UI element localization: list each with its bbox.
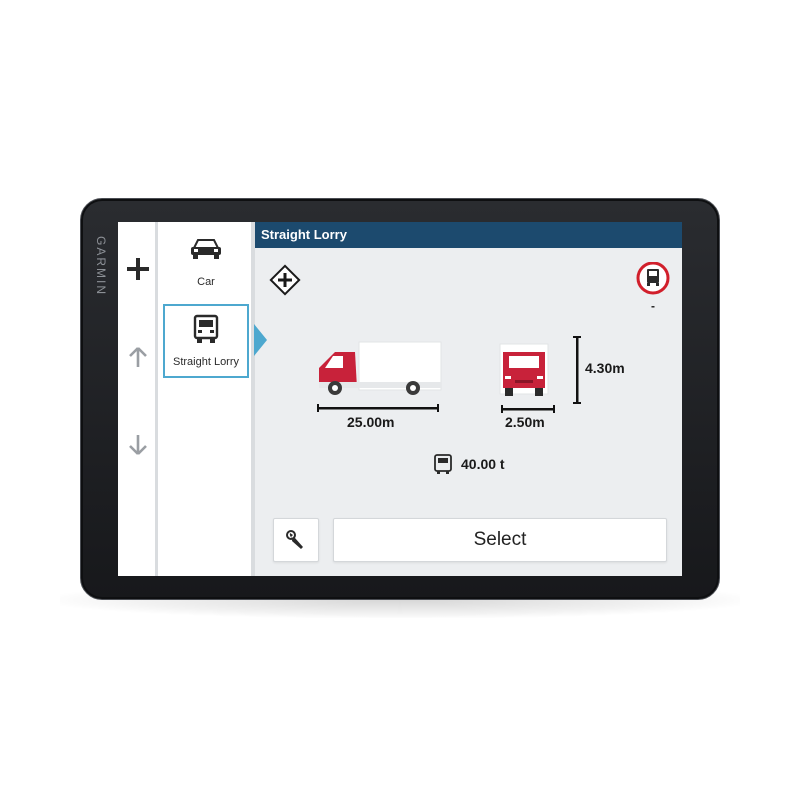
lorry-icon bbox=[193, 314, 219, 343]
scroll-up-button[interactable] bbox=[123, 342, 153, 372]
car-icon bbox=[191, 239, 221, 259]
vehicle-settings-button[interactable] bbox=[273, 518, 319, 562]
vehicle-list: Car Straight Lorry bbox=[161, 222, 255, 576]
width-dimension-line bbox=[501, 405, 555, 413]
select-button[interactable]: Select bbox=[333, 518, 667, 562]
height-dimension-line bbox=[573, 336, 581, 404]
plus-icon bbox=[127, 258, 149, 280]
screen: Car Straight Lorry Straight Lorry - 25.0… bbox=[118, 222, 682, 576]
control-column bbox=[118, 222, 158, 576]
length-value: 25.00m bbox=[347, 414, 395, 430]
arrow-down-icon bbox=[129, 435, 147, 455]
weight-icon bbox=[434, 454, 452, 474]
page-title: Straight Lorry bbox=[255, 222, 682, 248]
wrench-icon bbox=[286, 530, 303, 549]
vehicle-detail-panel: Straight Lorry - 25.00m 2.50m 4.30m 40.0… bbox=[255, 222, 682, 576]
add-point-button[interactable] bbox=[267, 262, 303, 298]
scroll-down-button[interactable] bbox=[123, 430, 153, 460]
weight-row: 40.00 t bbox=[433, 454, 505, 474]
brand-logo: GARMIN bbox=[90, 226, 112, 306]
weight-value: 40.00 t bbox=[461, 456, 505, 472]
vehicle-item-straight-lorry[interactable]: Straight Lorry bbox=[163, 304, 249, 378]
truck-side-illustration bbox=[319, 341, 442, 395]
vehicle-label-car: Car bbox=[197, 276, 215, 288]
height-value: 4.30m bbox=[585, 360, 625, 376]
column-divider bbox=[155, 222, 158, 576]
vehicle-label-straight-lorry: Straight Lorry bbox=[172, 356, 240, 368]
vehicle-restriction-icon bbox=[636, 262, 670, 295]
arrow-up-icon bbox=[129, 347, 147, 367]
selection-pointer bbox=[254, 324, 267, 356]
diamond-plus-icon bbox=[269, 264, 301, 296]
restriction-value: - bbox=[651, 299, 655, 313]
brand-text: GARMIN bbox=[94, 236, 108, 296]
length-dimension-line bbox=[317, 404, 439, 412]
width-value: 2.50m bbox=[505, 414, 545, 430]
add-vehicle-button[interactable] bbox=[123, 254, 153, 284]
truck-front-illustration bbox=[499, 343, 549, 396]
vehicle-item-car[interactable]: Car bbox=[163, 224, 249, 298]
